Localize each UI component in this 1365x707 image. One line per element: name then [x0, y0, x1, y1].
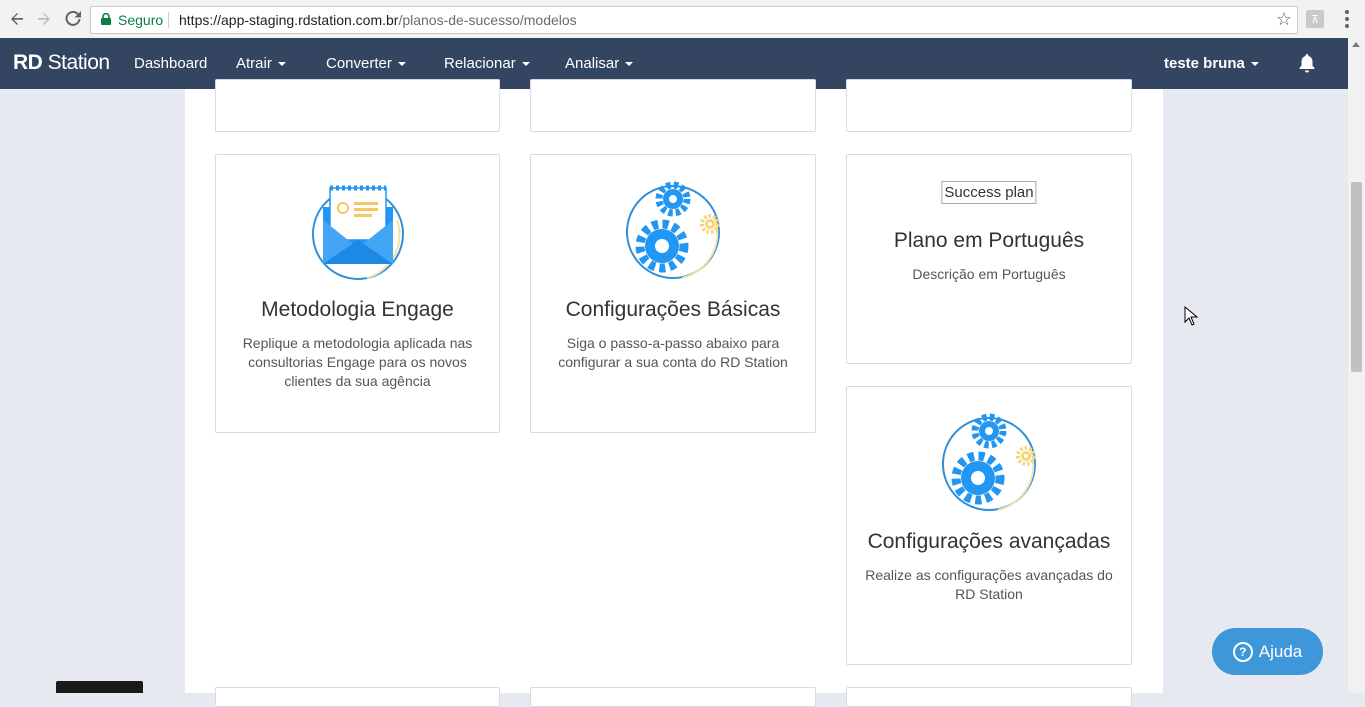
logo-bold: RD — [13, 51, 43, 74]
card-plano-em-portugues[interactable]: Success plan Plano em Português Descriçã… — [846, 154, 1132, 364]
scroll-thumb[interactable] — [1351, 182, 1362, 372]
notification-bell-icon[interactable] — [1298, 53, 1316, 73]
caret-down-icon — [397, 62, 406, 67]
nav-relacionar-label: Relacionar — [444, 55, 516, 72]
card-partial-bottom-3[interactable] — [846, 687, 1132, 707]
caret-down-icon — [277, 62, 286, 67]
arrow-left-icon — [11, 13, 23, 25]
forward-button[interactable] — [33, 8, 55, 30]
secure-label: Seguro — [118, 12, 164, 28]
card-configuracoes-basicas[interactable]: Configurações Básicas Siga o passo-a-pas… — [530, 154, 816, 433]
caret-down-icon — [625, 62, 634, 67]
card-partial-bottom-1[interactable] — [215, 687, 500, 707]
url-text: https://app-staging.rdstation.com.br/pla… — [179, 12, 577, 28]
mouse-cursor-icon — [1184, 306, 1198, 326]
browser-menu-icon[interactable] — [1337, 8, 1357, 30]
envelope-icon — [311, 185, 404, 280]
lock-icon — [101, 13, 111, 25]
card-description: Realize as configurações avançadas do RD… — [865, 567, 1113, 602]
address-bar[interactable]: Seguro https://app-staging.rdstation.com… — [90, 6, 1298, 34]
models-container: Metodologia Engage Replique a metodologi… — [185, 79, 1163, 707]
arrow-right-icon — [38, 13, 50, 25]
nav-atrair-label: Atrair — [236, 55, 272, 72]
nav-analisar-label: Analisar — [565, 55, 620, 72]
bottom-widget[interactable] — [56, 681, 143, 693]
scroll-up-icon[interactable] — [1352, 42, 1360, 47]
card-description: Siga o passo-a-passo abaixo para configu… — [558, 335, 788, 370]
help-label: Ajuda — [1258, 641, 1303, 661]
card-title: Configurações Básicas — [565, 298, 781, 321]
user-name: teste bruna — [1164, 55, 1245, 72]
nav-dashboard[interactable]: Dashboard — [134, 55, 207, 72]
card-title: Configurações avançadas — [867, 530, 1111, 553]
user-menu[interactable]: teste bruna — [1164, 55, 1259, 72]
card-partial-top-2[interactable] — [530, 79, 816, 132]
page-scrollbar[interactable] — [1348, 38, 1365, 693]
card-configuracoes-avancadas[interactable]: Configurações avançadas Realize as confi… — [846, 386, 1132, 665]
url-path: /planos-de-sucesso/modelos — [398, 12, 577, 28]
reload-button[interactable] — [62, 8, 84, 30]
gears-icon — [626, 181, 720, 279]
broken-image-placeholder: Success plan — [941, 181, 1037, 204]
nav-analisar[interactable]: Analisar — [565, 55, 634, 72]
bookmark-star-icon[interactable]: ☆ — [1276, 9, 1292, 30]
card-partial-bottom-2[interactable] — [530, 687, 816, 707]
url-host: https://app-staging.rdstation.com.br — [179, 12, 399, 28]
back-button[interactable] — [6, 8, 28, 30]
nav-converter[interactable]: Converter — [326, 55, 406, 72]
nav-relacionar[interactable]: Relacionar — [444, 55, 530, 72]
caret-down-icon — [1250, 62, 1259, 67]
question-circle-icon: ? — [1232, 641, 1253, 662]
card-title: Metodologia Engage — [261, 298, 454, 321]
card-partial-top-3[interactable] — [846, 79, 1132, 132]
rd-station-logo[interactable]: RD Station — [13, 51, 110, 75]
help-button[interactable]: ? Ajuda — [1212, 628, 1323, 675]
nav-dashboard-label: Dashboard — [134, 55, 208, 72]
logo-rest: Station — [42, 51, 110, 74]
nav-converter-label: Converter — [326, 55, 392, 72]
card-title: Plano em Português — [893, 229, 1085, 252]
card-partial-top-1[interactable] — [215, 79, 500, 132]
card-description: Descrição em Português — [912, 266, 1066, 282]
extension-icon[interactable]: ⊼ — [1306, 10, 1324, 28]
caret-down-icon — [521, 62, 530, 67]
browser-toolbar: Seguro https://app-staging.rdstation.com… — [0, 0, 1365, 39]
nav-atrair[interactable]: Atrair — [236, 55, 286, 72]
card-description: Replique a metodologia aplicada nas cons… — [242, 335, 473, 389]
card-metodologia-engage[interactable]: Metodologia Engage Replique a metodologi… — [215, 154, 500, 433]
gears-icon — [942, 413, 1036, 511]
omnibox-divider — [168, 12, 169, 28]
reload-icon — [65, 11, 81, 26]
